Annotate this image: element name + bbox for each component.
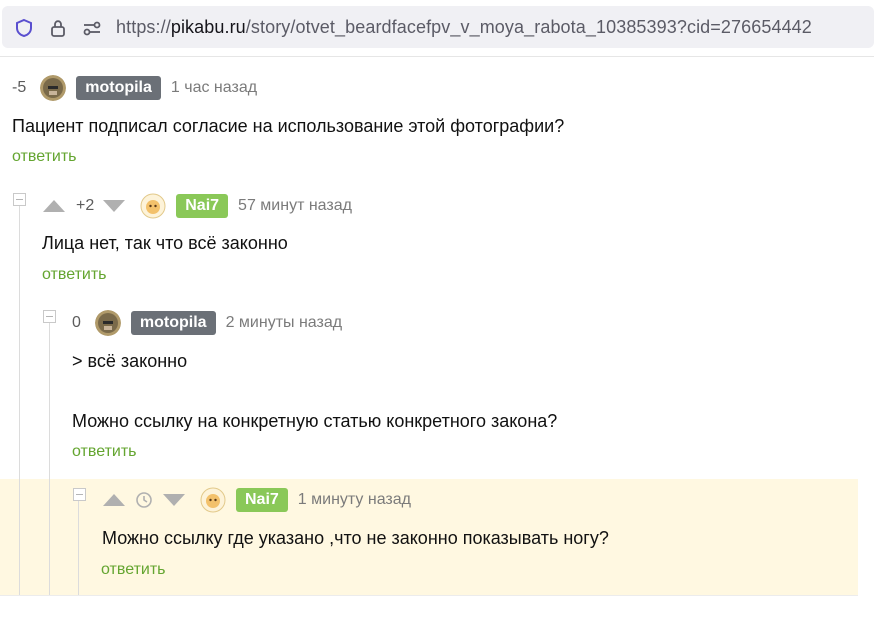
site-permissions-icon[interactable]	[82, 18, 102, 38]
browser-toolbar: https://pikabu.ru/story/otvet_beardfacef…	[0, 0, 874, 57]
thread-line	[19, 204, 20, 596]
scrollbar[interactable]	[858, 57, 874, 622]
comment-time[interactable]: 2 минуты назад	[226, 314, 343, 332]
url-text[interactable]: https://pikabu.ru/story/otvet_beardfacef…	[116, 17, 812, 38]
comment-text: Можно ссылку на конкретную статью конкре…	[72, 411, 558, 431]
thread-line	[49, 321, 50, 596]
thread-bottom-divider	[0, 595, 858, 596]
reply-link[interactable]: ответить	[72, 443, 137, 461]
reply-link[interactable]: ответить	[101, 561, 166, 579]
reply-link[interactable]: ответить	[12, 148, 77, 166]
upvote-arrow-icon[interactable]	[102, 493, 126, 507]
url-scheme: https://	[116, 17, 171, 37]
quote-text: > всё законно	[72, 351, 188, 371]
reply-link[interactable]: ответить	[42, 266, 107, 284]
comment-time[interactable]: 1 час назад	[171, 79, 257, 97]
comment-text: Пациент подписал согласие на использован…	[12, 116, 565, 136]
comment-header: 0 motopila 2 минуты назад	[72, 308, 342, 338]
comment-rating: 0	[72, 314, 81, 331]
url-host: pikabu.ru	[170, 17, 246, 37]
avatar[interactable]	[200, 487, 226, 513]
thread-line	[78, 499, 79, 596]
avatar[interactable]	[140, 193, 166, 219]
author-badge[interactable]: motopila	[130, 311, 216, 335]
url-path: /story/otvet_beardfacefpv_v_moya_rabota_…	[245, 17, 812, 37]
author-badge[interactable]: Nai7	[236, 488, 288, 512]
comment-header: -5 motopila 1 час назад	[12, 73, 257, 103]
author-badge[interactable]: Nai7	[176, 194, 229, 218]
collapse-button[interactable]	[13, 193, 26, 206]
lock-icon[interactable]	[48, 18, 68, 38]
author-badge[interactable]: motopila	[76, 76, 161, 100]
avatar[interactable]	[40, 75, 67, 101]
comment-text: Лица нет, так что всё законно	[42, 233, 288, 253]
shield-icon[interactable]	[14, 18, 34, 38]
url-bar[interactable]: https://pikabu.ru/story/otvet_beardfacef…	[2, 6, 874, 48]
comment-header: +2 Nai7 57 минут назад	[42, 191, 352, 221]
clock-icon	[136, 492, 152, 508]
upvote-arrow-icon[interactable]	[42, 199, 66, 213]
comment-text: Можно ссылку где указано ,что не законно…	[102, 528, 609, 548]
downvote-arrow-icon[interactable]	[102, 199, 126, 213]
avatar[interactable]	[94, 310, 121, 336]
comment-time[interactable]: 57 минут назад	[238, 197, 352, 215]
comment-time[interactable]: 1 минуту назад	[298, 491, 411, 509]
downvote-arrow-icon[interactable]	[162, 493, 186, 507]
comment-rating: -5	[12, 79, 27, 96]
comment-rating: +2	[76, 197, 95, 214]
collapse-button[interactable]	[73, 488, 86, 501]
comment-header: Nai7 1 минуту назад	[102, 485, 411, 515]
collapse-button[interactable]	[43, 310, 56, 323]
